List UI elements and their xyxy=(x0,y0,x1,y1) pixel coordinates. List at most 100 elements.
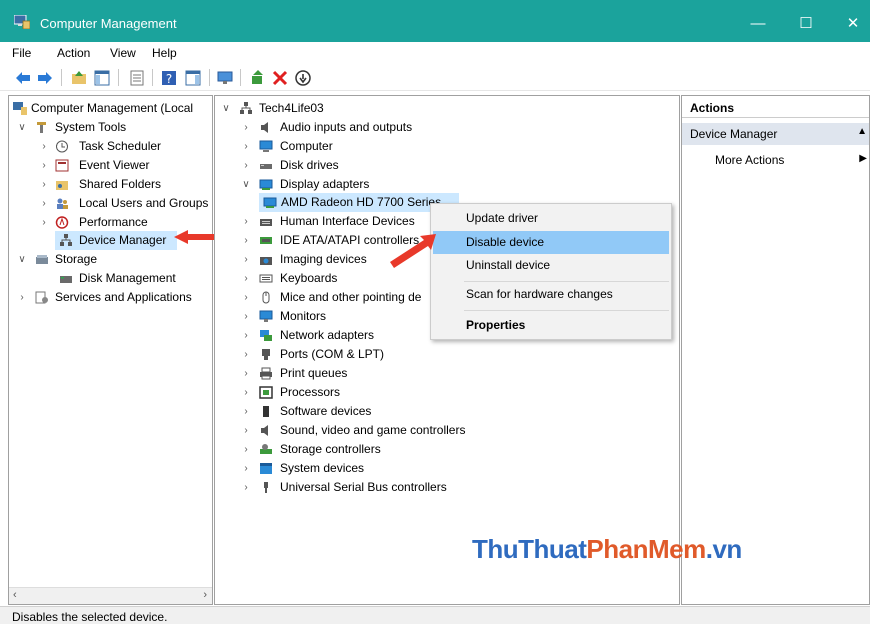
tree-device-manager[interactable]: Device Manager xyxy=(55,231,177,250)
menu-help[interactable]: Help xyxy=(152,46,177,60)
maximize-button[interactable]: ☐ xyxy=(783,10,829,38)
horizontal-scrollbar[interactable]: ‹ › xyxy=(9,587,212,604)
disable-device-icon[interactable] xyxy=(294,69,312,87)
device-category[interactable]: › Universal Serial Bus controllers xyxy=(241,478,541,497)
menu-action[interactable]: Action xyxy=(57,46,90,60)
title-bar: Computer Management — ☐ ✕ xyxy=(0,0,870,42)
disk-drive-icon xyxy=(260,164,272,169)
collapse-up-icon[interactable]: ▲ xyxy=(857,126,867,137)
back-arrow-icon[interactable] xyxy=(14,69,32,87)
device-amd-radeon[interactable]: AMD Radeon HD 7700 Series xyxy=(259,193,459,212)
chevron-right-icon[interactable]: › xyxy=(39,213,49,232)
chevron-right-icon[interactable]: › xyxy=(241,231,251,250)
speaker-icon xyxy=(261,122,268,133)
monitor-icon xyxy=(259,310,273,322)
scroll-right-icon[interactable]: › xyxy=(203,589,207,601)
chevron-right-icon[interactable]: › xyxy=(39,194,49,213)
display-adapter-icon xyxy=(259,179,273,190)
device-category[interactable]: › Processors xyxy=(241,383,541,402)
device-category[interactable]: › Print queues xyxy=(241,364,541,383)
properties-icon[interactable] xyxy=(128,69,146,87)
toolbar: ? xyxy=(0,64,870,91)
tree-disk-management[interactable]: Disk Management xyxy=(55,269,205,288)
chevron-right-icon[interactable]: › xyxy=(241,118,251,137)
chevron-right-icon[interactable]: › xyxy=(241,478,251,497)
show-hide-console-tree-icon[interactable] xyxy=(93,69,111,87)
minimize-button[interactable]: — xyxy=(735,10,781,38)
chevron-down-icon[interactable]: ∨ xyxy=(17,118,27,137)
device-category-label: Storage controllers xyxy=(280,442,381,456)
chevron-right-icon[interactable]: › xyxy=(39,175,49,194)
chevron-right-icon[interactable]: › xyxy=(241,421,251,440)
close-button[interactable]: ✕ xyxy=(830,10,870,38)
chevron-right-icon[interactable]: › xyxy=(241,364,251,383)
device-category[interactable]: › Ports (COM & LPT) xyxy=(241,345,541,364)
tree-shared-folders[interactable]: › Shared Folders xyxy=(39,175,209,194)
menu-update-driver[interactable]: Update driver xyxy=(433,207,669,230)
help-icon[interactable]: ? xyxy=(160,69,178,87)
menu-properties[interactable]: Properties xyxy=(433,314,669,337)
menu-file[interactable]: File xyxy=(12,46,31,60)
port-icon xyxy=(262,349,270,360)
scroll-left-icon[interactable]: ‹ xyxy=(13,589,17,601)
chevron-right-icon[interactable]: › xyxy=(241,307,251,326)
tree-storage[interactable]: ∨ Storage xyxy=(17,250,207,269)
device-category-label: Audio inputs and outputs xyxy=(280,120,413,134)
chevron-down-icon[interactable]: ∨ xyxy=(241,175,251,194)
device-category[interactable]: › System devices xyxy=(241,459,541,478)
chevron-right-icon[interactable]: › xyxy=(39,137,49,156)
chevron-right-icon[interactable]: › xyxy=(241,137,251,156)
watermark-part1: ThuThuat xyxy=(472,534,587,564)
chevron-right-icon[interactable]: › xyxy=(17,288,27,307)
device-category[interactable]: › Storage controllers xyxy=(241,440,541,459)
window-title: Computer Management xyxy=(40,16,177,31)
chevron-right-icon[interactable]: › xyxy=(241,269,251,288)
device-category[interactable]: › Computer xyxy=(241,137,541,156)
tree-shared-folders-label: Shared Folders xyxy=(79,177,162,191)
menu-disable-device[interactable]: Disable device xyxy=(433,231,669,254)
chevron-right-icon[interactable]: › xyxy=(39,156,49,175)
chevron-right-icon[interactable]: › xyxy=(241,402,251,421)
menu-uninstall-device[interactable]: Uninstall device xyxy=(433,254,669,277)
device-category[interactable]: › Audio inputs and outputs xyxy=(241,118,541,137)
more-actions-item[interactable]: More Actions ▶ xyxy=(682,150,869,170)
device-category[interactable]: › Disk drives xyxy=(241,156,541,175)
device-tree-root[interactable]: ∨ Tech4Life03 xyxy=(221,99,421,118)
device-category-label: Mice and other pointing de xyxy=(280,290,422,304)
toolbar-separator xyxy=(209,69,210,86)
computer-name-label: Tech4Life03 xyxy=(259,101,324,115)
tree-root[interactable]: Computer Management (Local xyxy=(13,99,212,118)
context-menu: Update driver Disable device Uninstall d… xyxy=(430,203,672,340)
device-category-label: Disk drives xyxy=(280,158,339,172)
chevron-down-icon[interactable]: ∨ xyxy=(17,250,27,269)
tree-system-tools[interactable]: ∨ System Tools xyxy=(17,118,212,137)
uninstall-x-icon[interactable] xyxy=(271,69,289,87)
chevron-down-icon[interactable]: ∨ xyxy=(221,99,231,118)
chevron-right-icon[interactable]: › xyxy=(241,383,251,402)
update-driver-icon[interactable] xyxy=(249,69,267,87)
device-category[interactable]: › Sound, video and game controllers xyxy=(241,421,541,440)
tree-services-applications[interactable]: › Services and Applications xyxy=(17,288,212,307)
menu-scan-hardware[interactable]: Scan for hardware changes xyxy=(433,283,669,306)
tree-event-viewer[interactable]: › Event Viewer xyxy=(39,156,209,175)
tree-local-users[interactable]: › Local Users and Groups xyxy=(39,194,209,213)
up-folder-icon[interactable] xyxy=(70,69,88,87)
device-category[interactable]: › Software devices xyxy=(241,402,541,421)
chevron-right-icon[interactable]: › xyxy=(241,440,251,459)
chevron-right-icon[interactable]: › xyxy=(241,326,251,345)
chevron-right-icon[interactable]: › xyxy=(241,156,251,175)
tree-task-scheduler[interactable]: › Task Scheduler xyxy=(39,137,209,156)
menu-view[interactable]: View xyxy=(110,46,136,60)
forward-arrow-icon[interactable] xyxy=(36,69,54,87)
chevron-right-icon[interactable]: › xyxy=(241,459,251,478)
chevron-right-icon[interactable]: › xyxy=(241,212,251,231)
chevron-right-icon[interactable]: › xyxy=(241,345,251,364)
toolbar-separator xyxy=(240,69,241,86)
actions-section-device-manager[interactable]: Device Manager ▲ xyxy=(682,123,869,145)
device-category-label: Network adapters xyxy=(280,328,375,342)
chevron-right-icon[interactable]: › xyxy=(241,250,251,269)
show-action-pane-icon[interactable] xyxy=(184,69,202,87)
device-category[interactable]: ∨ Display adapters xyxy=(241,175,541,194)
monitor-icon[interactable] xyxy=(216,69,234,87)
chevron-right-icon[interactable]: › xyxy=(241,288,251,307)
